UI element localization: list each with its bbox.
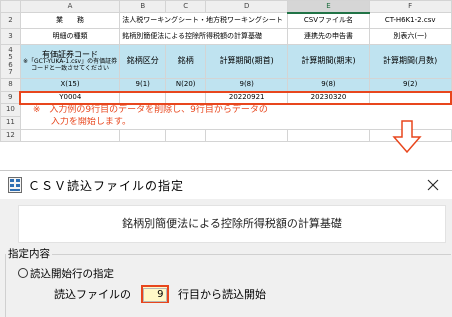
row-header-7: 7 (8, 67, 13, 76)
cell-f10[interactable] (369, 104, 451, 117)
start-row-option[interactable]: 読込開始行の指定 (18, 266, 114, 281)
group-label: 指定内容 (6, 246, 52, 261)
cell-d12[interactable] (205, 129, 289, 142)
sheet-grid: A B C D E F 2 業 務 法人税ワーキングシート・地方税ワーキングシー… (0, 0, 452, 142)
instruction-note-line1: ※ 入力例の9行目のデータを削除し、9行目からデータの (32, 105, 268, 116)
file-prefix-label: 読込ファイルの (54, 288, 131, 301)
cell-b2[interactable]: 法人税ワーキングシート・地方税ワーキングシート (119, 12, 289, 29)
specification-group: 指定内容 読込開始行の指定 読込ファイルの 行目から読込開始 (5, 246, 451, 317)
cell-e12[interactable] (287, 129, 370, 142)
cell-c9[interactable] (165, 90, 207, 105)
cell-a2[interactable]: 業 務 (19, 12, 121, 29)
start-row-input[interactable] (142, 287, 167, 302)
column-header-c[interactable]: C (165, 0, 207, 13)
column-header-d[interactable]: D (205, 0, 289, 13)
cell-c4-header[interactable]: 銘柄 (165, 44, 207, 79)
radio-label: 読込開始行の指定 (30, 268, 114, 280)
cell-e9[interactable]: 20230320 (287, 90, 370, 105)
start-row-input-box[interactable] (140, 285, 169, 303)
file-suffix-label: 行目から読込開始 (178, 288, 266, 301)
cell-f2[interactable]: CT-H6K1-2.csv (368, 12, 452, 29)
cell-f9[interactable] (368, 90, 452, 105)
cell-c12[interactable] (165, 129, 207, 142)
cell-a9[interactable]: Y0004 (19, 90, 121, 105)
row-header-4-7[interactable]: 4 5 6 7 (0, 44, 21, 79)
cell-a8[interactable]: X(15) (19, 78, 121, 92)
row-header-8[interactable]: 8 (0, 78, 21, 92)
row-header-9[interactable]: 9 (0, 91, 21, 104)
column-header-f[interactable]: F (368, 0, 452, 13)
down-arrow-icon (392, 120, 422, 154)
column-header-a[interactable]: A (19, 0, 121, 13)
row-header-10[interactable]: 10 (0, 103, 21, 117)
cell-e4-header[interactable]: 計算期間(期末) (287, 44, 370, 79)
column-header-e[interactable]: E (287, 0, 370, 14)
cell-b12[interactable] (119, 129, 167, 142)
dialog-titlebar[interactable]: ＣＳＶ読込ファイルの指定 (0, 171, 452, 199)
cell-d9[interactable]: 20220921 (205, 90, 289, 105)
screenshot-root: A B C D E F 2 業 務 法人税ワーキングシート・地方税ワーキングシー… (0, 0, 452, 317)
cell-f3[interactable]: 別表六(一) (368, 28, 452, 45)
row-header-3[interactable]: 3 (0, 28, 21, 45)
cell-f4-header[interactable]: 計算期間(月数) (368, 44, 452, 79)
cell-d8[interactable]: 9(8) (205, 78, 289, 92)
row-header-12[interactable]: 12 (0, 129, 21, 142)
instruction-note: ※ 入力例の9行目のデータを削除し、9行目からデータの (20, 104, 369, 117)
securities-code-note: ※「GCT-YUKA-1.csv」の有価証券コードと一致させてください (22, 58, 118, 72)
cell-e2[interactable]: CSVファイル名 (287, 12, 370, 29)
cell-f8[interactable]: 9(2) (368, 78, 452, 92)
row-header-2[interactable]: 2 (0, 12, 21, 29)
cell-c8[interactable]: N(20) (165, 78, 207, 92)
cell-b8[interactable]: 9(1) (119, 78, 167, 92)
close-icon[interactable] (420, 173, 446, 197)
cell-e8[interactable]: 9(8) (287, 78, 370, 92)
cell-a4-header[interactable]: 有価証券コード ※「GCT-YUKA-1.csv」の有価証券コードと一致させてく… (19, 44, 121, 79)
sheet-corner[interactable] (0, 0, 21, 13)
cell-a3[interactable]: 明細の種類 (19, 28, 121, 45)
cell-b4-header[interactable]: 銘柄区分 (119, 44, 167, 79)
spreadsheet: A B C D E F 2 業 務 法人税ワーキングシート・地方税ワーキングシー… (0, 0, 452, 170)
csv-import-dialog: ＣＳＶ読込ファイルの指定 銘柄別簡便法による控除所得税額の計算基礎 指定内容 読… (0, 170, 452, 317)
cell-b3[interactable]: 銘柄別簡便法による控除所得税額の計算基礎 (119, 28, 289, 45)
cell-b9[interactable] (119, 90, 167, 105)
dialog-banner: 銘柄別簡便法による控除所得税額の計算基礎 (18, 205, 446, 243)
instruction-note-line2: 入力を開始します。 (50, 117, 131, 128)
cell-e3[interactable]: 連携先の申告書 (287, 28, 370, 45)
radio-icon[interactable] (18, 268, 28, 278)
start-row-field-row: 読込ファイルの 行目から読込開始 (54, 285, 266, 303)
cell-a12[interactable] (19, 129, 121, 142)
instruction-note-2: 入力を開始します。 (20, 117, 369, 130)
csv-file-icon (8, 177, 22, 193)
row-header-11[interactable]: 11 (0, 116, 21, 130)
dialog-title: ＣＳＶ読込ファイルの指定 (28, 179, 185, 193)
cell-d4-header[interactable]: 計算期間(期首) (205, 44, 289, 79)
column-header-b[interactable]: B (119, 0, 167, 13)
